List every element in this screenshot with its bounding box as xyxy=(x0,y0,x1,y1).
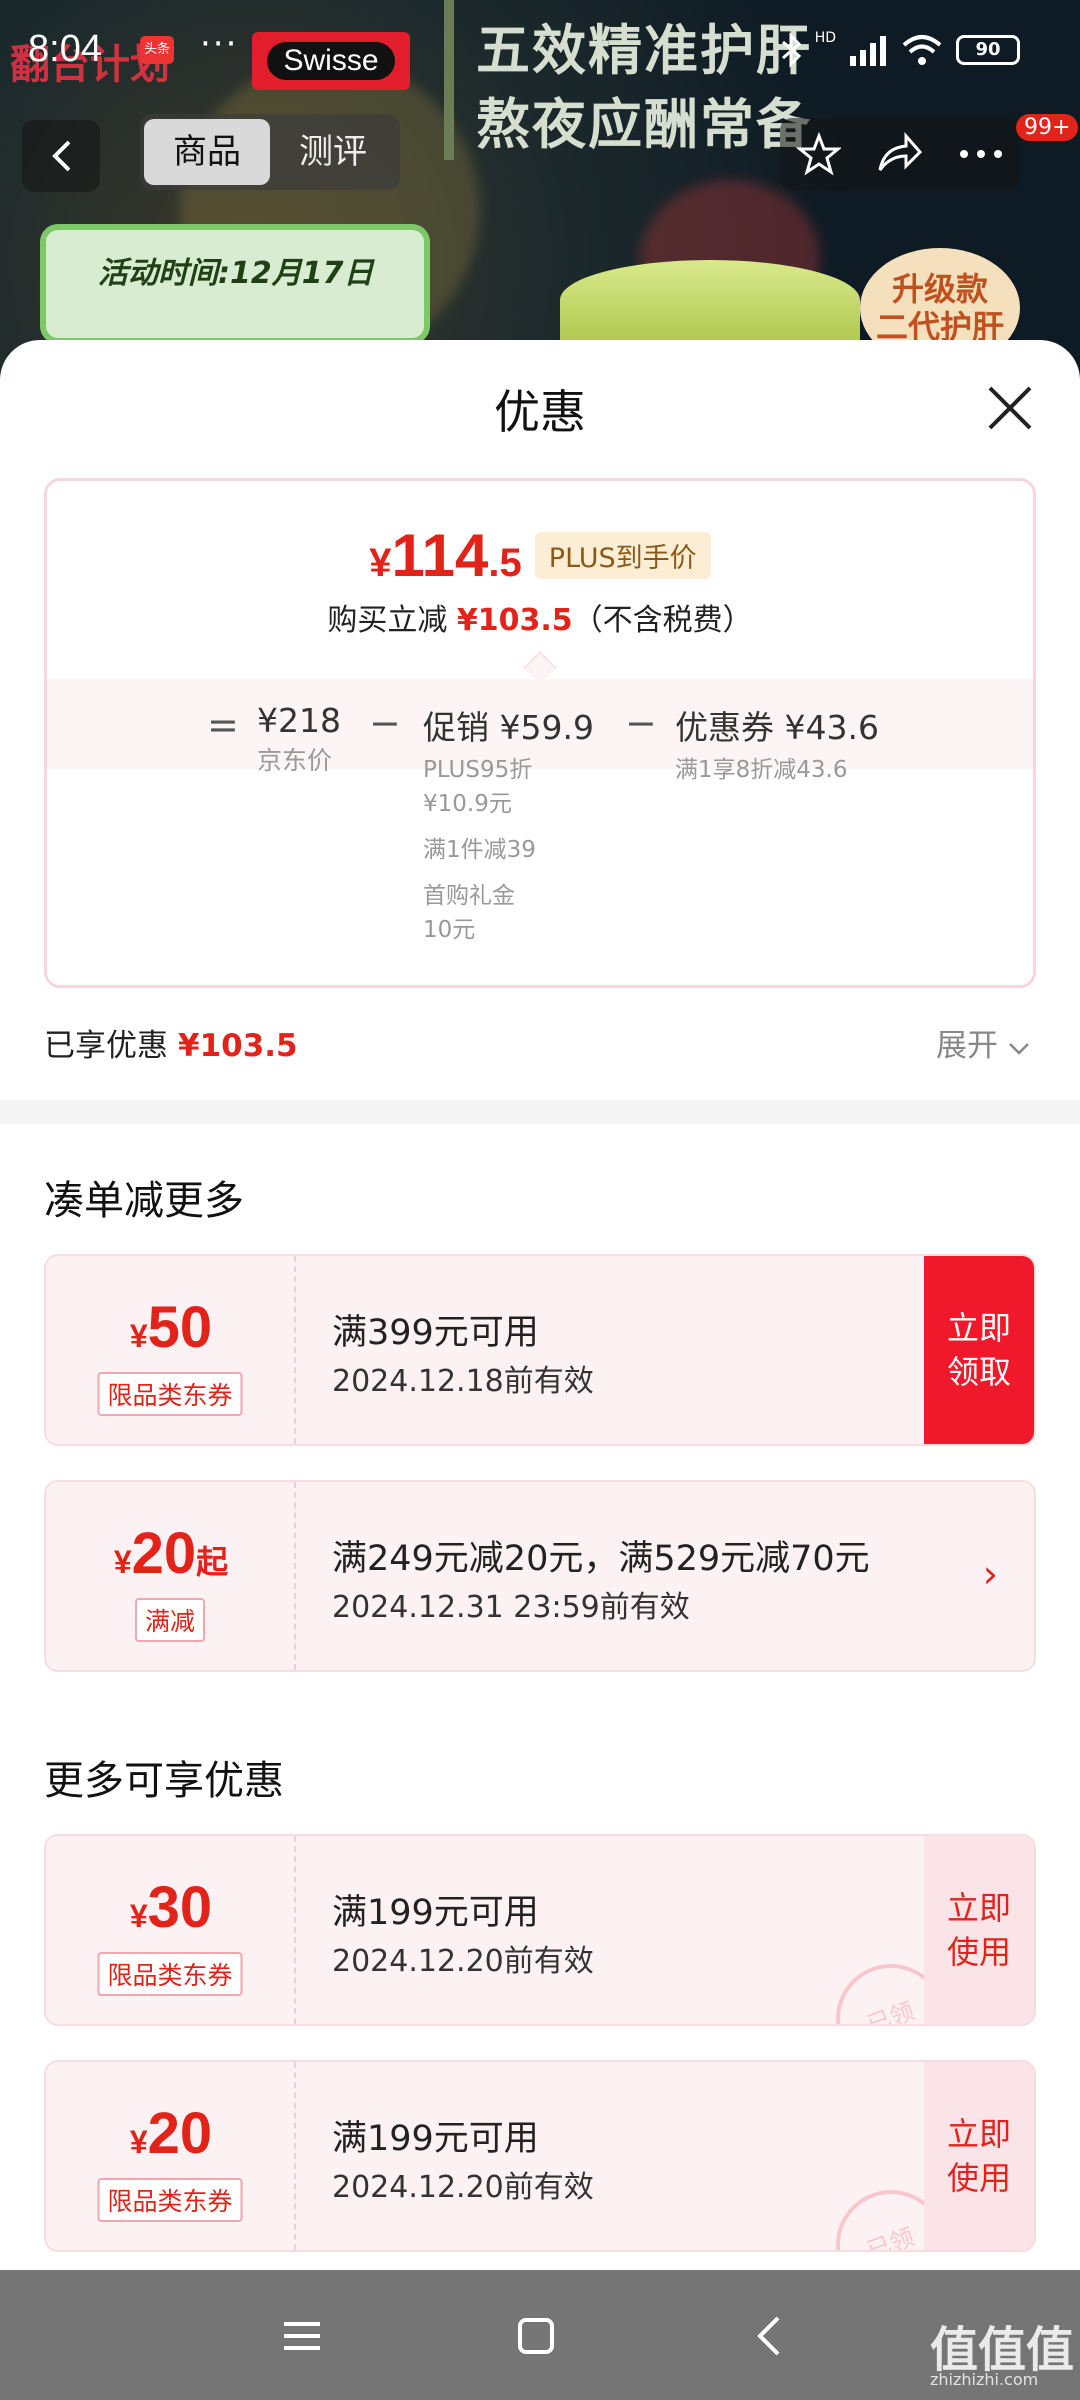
more-icon[interactable] xyxy=(959,149,1003,159)
price-summary-box: ¥114.5 PLUS到手价 购买立减 ¥103.5（不含税费） = ¥218 … xyxy=(44,478,1036,988)
jd-price-col: ¥218 京东价 xyxy=(257,701,341,775)
plus-price-tag: PLUS到手价 xyxy=(534,532,711,579)
coupon-type-badge: 满减 xyxy=(134,1598,206,1642)
product-page-background: 翻台计划 Swisse 五效精准护肝 熬夜应酬常备 8:04 头条 ··· HD… xyxy=(0,0,1080,380)
instant-reduction: 购买立减 ¥103.5（不含税费） xyxy=(327,603,753,638)
use-coupon-button[interactable]: 立即 使用 xyxy=(924,2062,1034,2250)
enjoyed-discount: 已享优惠 ¥103.5 xyxy=(44,1028,298,1064)
cart-count-badge: 99+ xyxy=(1016,114,1079,141)
signal-icon xyxy=(850,36,886,66)
watermark-url: zhizhizhi.com xyxy=(930,2370,1039,2389)
coupon-condition: 满399元可用 xyxy=(332,1313,539,1353)
coupon-col: 优惠券 ¥43.6 满1享8折减43.6 xyxy=(675,708,879,783)
coupon-expiry: 2024.12.18前有效 xyxy=(332,1364,594,1399)
expand-button[interactable]: 展开 xyxy=(936,1020,1030,1065)
page-tabs: 商品 测评 xyxy=(140,114,400,190)
discount-sheet: 优惠 ¥114.5 PLUS到手价 购买立减 ¥103.5（不含税费） = ¥2… xyxy=(0,340,1080,2270)
status-time: 8:04 xyxy=(28,28,102,70)
claim-coupon-button[interactable]: 立即 领取 xyxy=(924,1256,1034,1444)
back-icon[interactable] xyxy=(740,2306,800,2366)
minus-sign: − xyxy=(625,701,657,745)
minus-sign: − xyxy=(369,701,401,745)
system-icons: HD 90 xyxy=(781,30,1020,68)
star-icon[interactable] xyxy=(797,132,842,176)
coupon-card: ¥20 限品类东券 满199元可用 2024.12.20前有效 已领 立即 使用 xyxy=(44,2060,1036,2252)
section-divider xyxy=(0,1100,1080,1124)
coupon-card: ¥30 限品类东券 满199元可用 2024.12.20前有效 已领 立即 使用 xyxy=(44,1834,1036,2026)
share-icon[interactable] xyxy=(876,132,924,176)
coupon-condition: 满249元减20元，满529元减70元 xyxy=(332,1539,870,1579)
section-title-enjoy: 更多可享优惠 xyxy=(44,1758,284,1804)
status-bar: 8:04 头条 ··· HD 90 xyxy=(0,0,1080,100)
coupon-expiry: 2024.12.20前有效 xyxy=(332,1944,594,1979)
coupon-card[interactable]: ¥20起 满减 满249元减20元，满529元减70元 2024.12.31 2… xyxy=(44,1480,1036,1672)
network-type: HD xyxy=(814,30,836,46)
top-right-actions xyxy=(780,118,1020,190)
tab-review[interactable]: 测评 xyxy=(270,119,396,185)
coupon-card: ¥50 限品类东券 满399元可用 2024.12.18前有效 立即 领取 xyxy=(44,1254,1036,1446)
notification-badge: 头条 xyxy=(140,36,174,64)
equals-sign: = xyxy=(207,703,239,747)
activity-time-banner: 活动时间:12月17日 xyxy=(40,224,430,344)
coupon-condition: 满199元可用 xyxy=(332,1893,539,1933)
chevron-left-icon xyxy=(52,140,71,172)
coupon-condition: 满199元可用 xyxy=(332,2119,539,2159)
coupon-expiry: 2024.12.20前有效 xyxy=(332,2170,594,2205)
bluetooth-icon xyxy=(781,32,801,68)
home-icon[interactable] xyxy=(506,2306,566,2366)
coupon-type-badge: 限品类东券 xyxy=(97,1952,243,1996)
final-price: ¥114.5 PLUS到手价 xyxy=(47,521,1033,590)
more-notifications-icon: ··· xyxy=(200,24,239,64)
back-button[interactable] xyxy=(22,120,100,192)
battery-indicator: 90 xyxy=(956,35,1020,65)
price-breakdown: = ¥218 京东价 − 促销 ¥59.9 PLUS95折 ¥10.9元 满1件… xyxy=(47,679,1033,985)
close-icon[interactable] xyxy=(984,382,1036,434)
coupon-type-badge: 限品类东券 xyxy=(97,1372,243,1416)
sheet-title: 优惠 xyxy=(494,385,586,439)
promo-col: 促销 ¥59.9 PLUS95折 ¥10.9元 满1件减39 首购礼金 10元 xyxy=(423,708,594,943)
coupon-type-badge: 限品类东券 xyxy=(97,2178,243,2222)
wifi-icon xyxy=(902,35,942,65)
chevron-right-icon[interactable]: › xyxy=(983,1552,998,1596)
section-title-more: 凑单减更多 xyxy=(44,1178,244,1224)
chevron-down-icon xyxy=(1008,1043,1029,1055)
use-coupon-button[interactable]: 立即 使用 xyxy=(924,1836,1034,2024)
tab-product[interactable]: 商品 xyxy=(144,119,270,185)
coupon-expiry: 2024.12.31 23:59前有效 xyxy=(332,1590,690,1625)
system-navigation-bar xyxy=(0,2270,1080,2400)
menu-icon[interactable] xyxy=(272,2306,332,2366)
